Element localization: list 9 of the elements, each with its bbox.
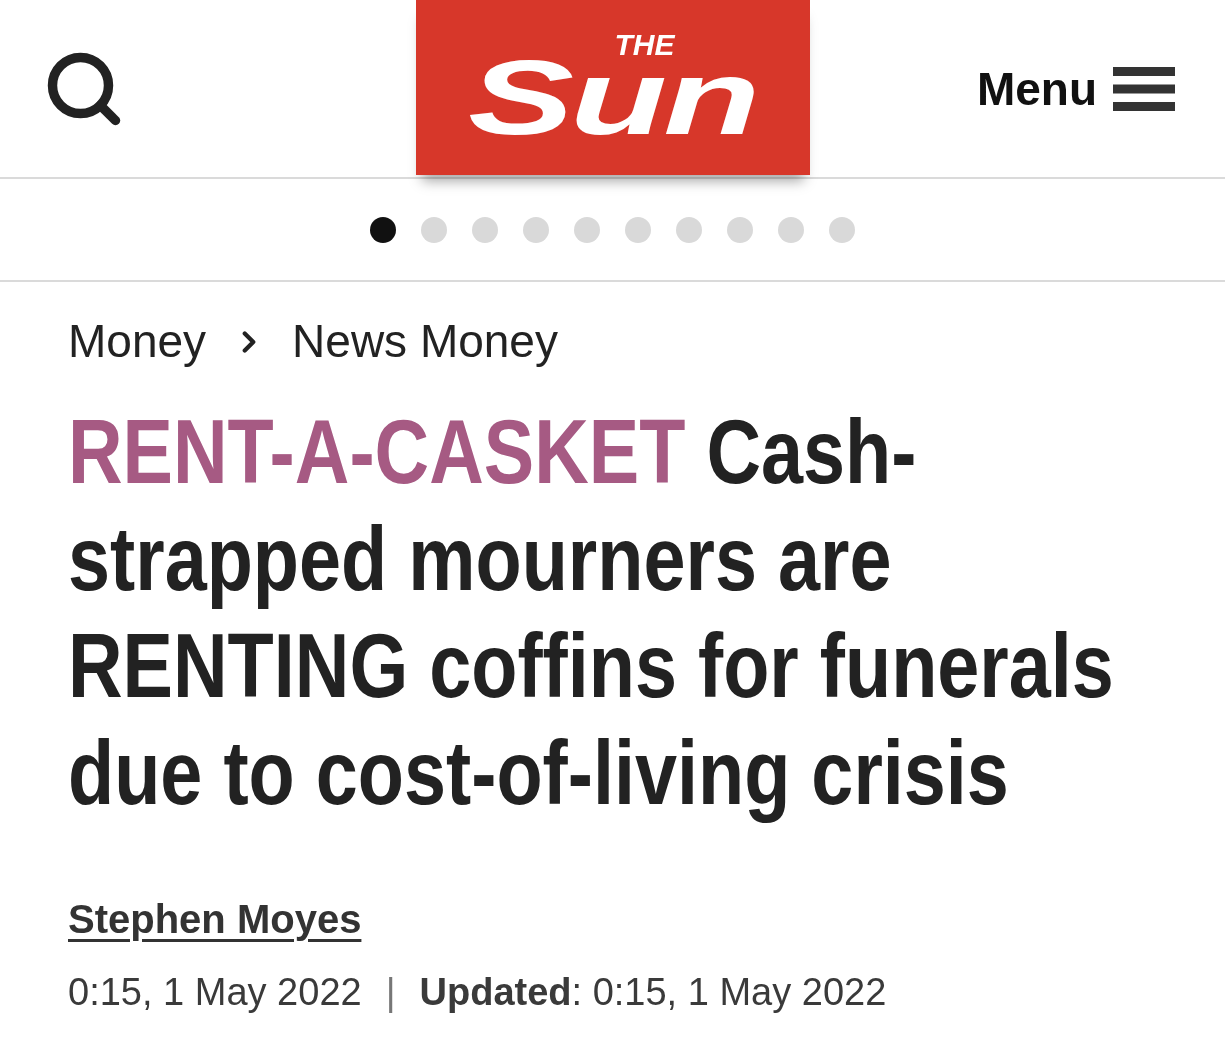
updated-time: Updated: 0:15, 1 May 2022: [419, 970, 887, 1015]
menu-button[interactable]: Menu: [976, 65, 1175, 112]
menu-icon: [1113, 66, 1175, 111]
breadcrumb-link[interactable]: News Money: [292, 314, 558, 369]
headline: RENT-A-CASKET Cash-strapped mourners are RENTING coffins for funerals due to cost-of-living crisis: [68, 401, 1115, 825]
separator: |: [385, 970, 396, 1015]
breadcrumb-link[interactable]: Money: [68, 314, 207, 369]
published-time: 0:15, 1 May 2022: [68, 970, 362, 1015]
author-link[interactable]: Stephen Moyes: [68, 897, 362, 941]
